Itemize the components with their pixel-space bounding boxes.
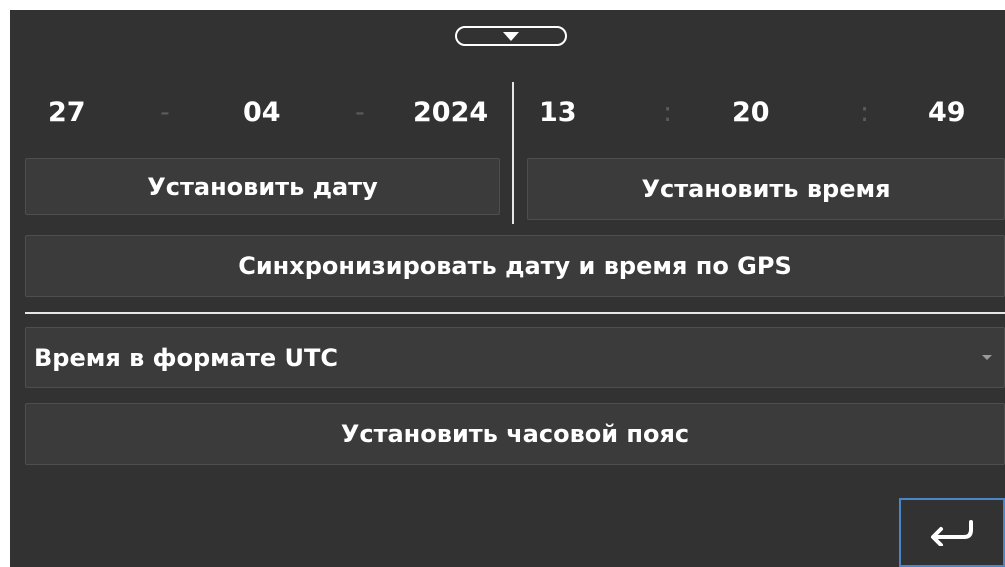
set-time-button[interactable]: Установить время [527, 158, 1005, 220]
date-day-value[interactable]: 27 [48, 98, 86, 128]
set-timezone-button[interactable]: Установить часовой пояс [25, 403, 1005, 465]
time-minutes-value[interactable]: 20 [732, 98, 770, 128]
time-separator-2: : [860, 97, 870, 128]
chevron-down-icon [982, 355, 992, 360]
date-year-value[interactable]: 2024 [413, 98, 488, 128]
time-separator-1: : [663, 97, 673, 128]
sync-gps-button[interactable]: Синхронизировать дату и время по GPS [25, 235, 1005, 297]
date-time-divider [512, 82, 514, 224]
section-divider [25, 312, 1005, 314]
set-date-button[interactable]: Установить дату [25, 158, 500, 215]
collapse-handle[interactable] [455, 26, 567, 46]
date-month-value[interactable]: 04 [243, 98, 281, 128]
back-button[interactable] [899, 498, 1005, 567]
datetime-settings-screen: 27 - 04 - 2024 13 : 20 : 49 Установить д… [10, 10, 1005, 567]
return-arrow-icon [931, 519, 973, 546]
time-seconds-value[interactable]: 49 [928, 98, 966, 128]
triangle-down-icon [503, 31, 519, 41]
date-separator-1: - [160, 97, 170, 128]
time-hours-value[interactable]: 13 [539, 98, 577, 128]
timezone-format-select[interactable]: Время в формате UTC [25, 327, 1005, 388]
timezone-format-selected: Время в формате UTC [34, 343, 338, 372]
date-separator-2: - [355, 97, 365, 128]
